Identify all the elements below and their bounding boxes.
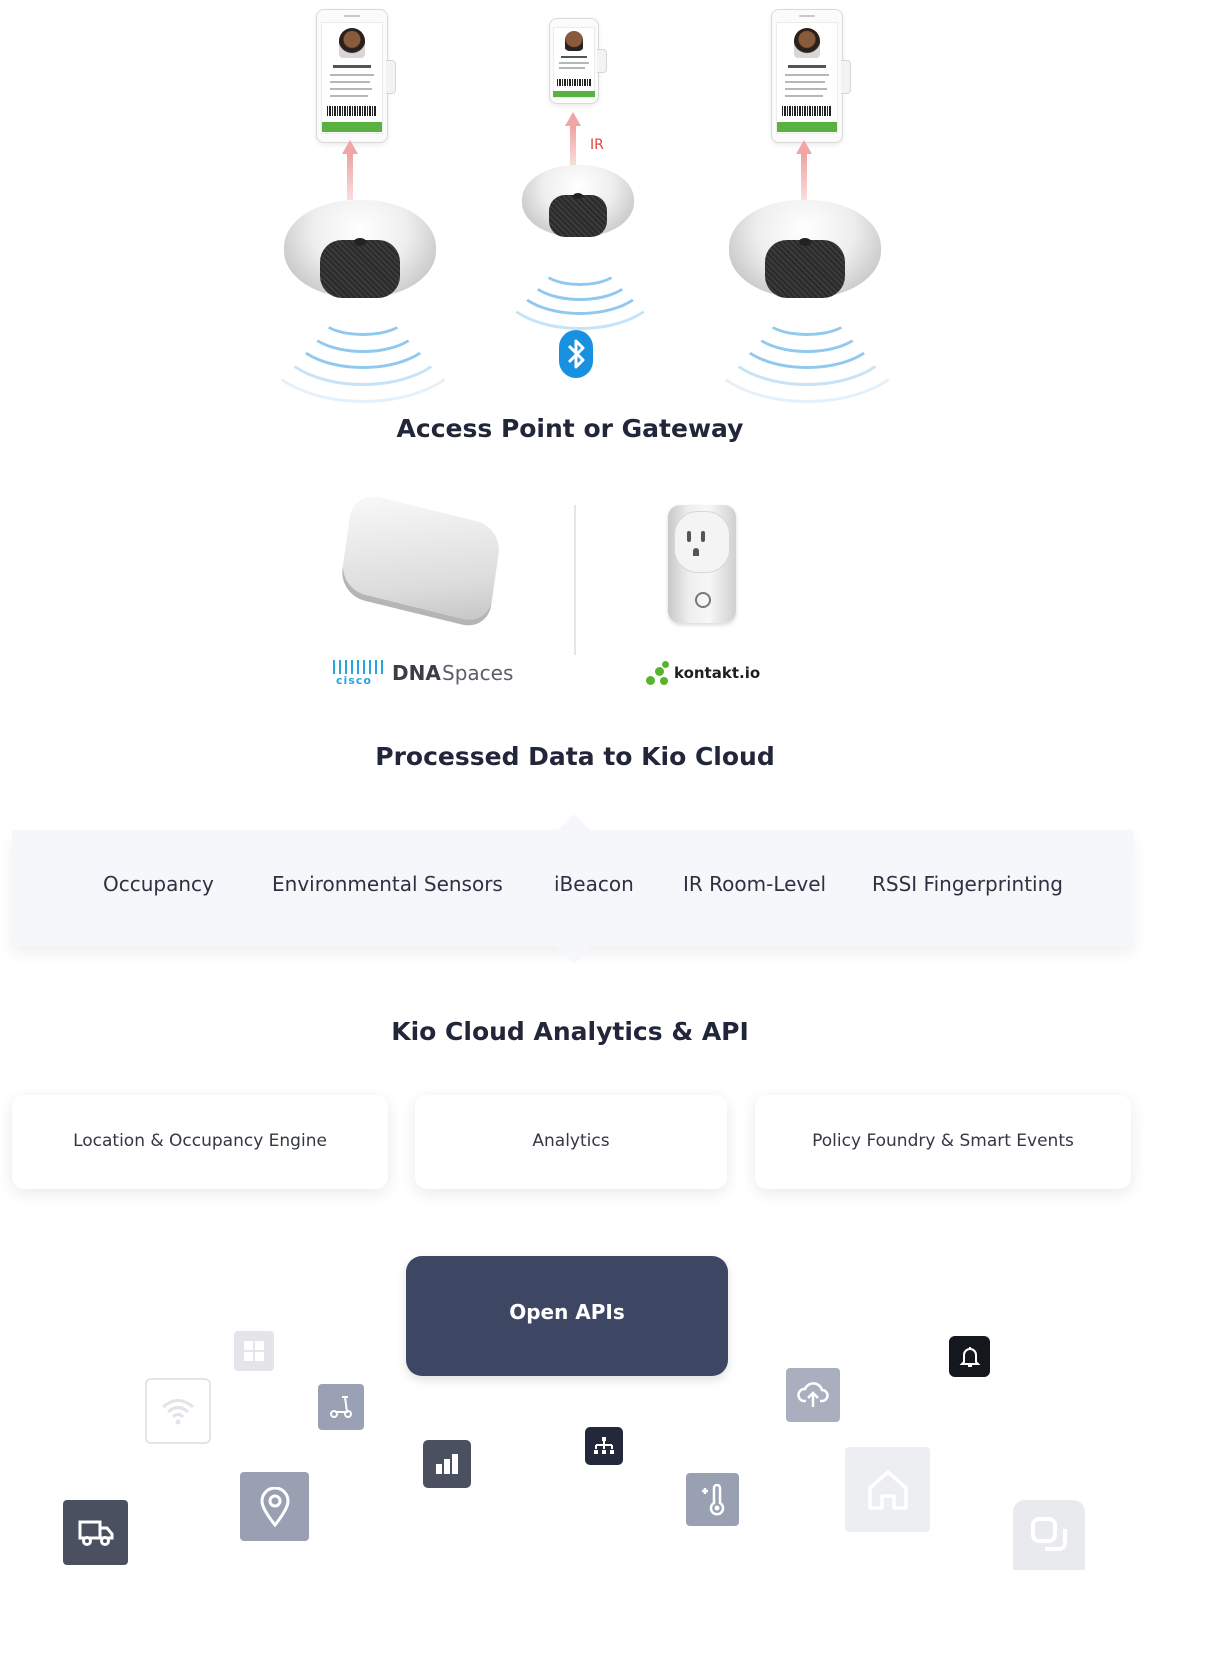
up-arrow xyxy=(565,112,581,166)
id-badge xyxy=(549,18,607,104)
bell-icon xyxy=(949,1336,990,1377)
location-pin-icon xyxy=(240,1472,309,1541)
strip-notch-down xyxy=(556,946,592,964)
cisco-access-point xyxy=(339,490,503,626)
id-badge xyxy=(316,9,396,143)
scooter-icon xyxy=(318,1384,364,1430)
grid-icon xyxy=(234,1331,274,1371)
card-analytics: Analytics xyxy=(415,1095,727,1189)
ir-label: IR xyxy=(590,137,604,153)
cisco-bars-icon xyxy=(333,660,383,674)
kontakt-gateway xyxy=(668,505,736,623)
wifi-icon xyxy=(145,1378,211,1444)
truck-icon xyxy=(63,1500,128,1565)
data-item-rssi-fingerprinting: RSSI Fingerprinting xyxy=(872,872,1063,896)
data-item-environmental-sensors: Environmental Sensors xyxy=(272,872,503,896)
id-badge xyxy=(771,9,851,143)
badge-photo xyxy=(339,28,365,58)
network-icon xyxy=(585,1427,623,1465)
cisco-dna-spaces-logo: cisco DNA Spaces xyxy=(333,660,523,690)
home-icon xyxy=(845,1447,930,1532)
divider xyxy=(574,505,576,655)
up-arrow xyxy=(796,140,812,200)
cloud-upload-icon xyxy=(786,1368,840,1422)
section-title-analytics: Kio Cloud Analytics & API xyxy=(391,1017,749,1046)
layers-icon xyxy=(1013,1500,1085,1570)
card-location-occupancy-engine: Location & Occupancy Engine xyxy=(12,1095,388,1189)
thermometer-icon xyxy=(686,1473,739,1526)
section-title-access-point: Access Point or Gateway xyxy=(396,414,744,443)
kontakt-io-logo: kontakt.io xyxy=(644,660,764,688)
data-item-occupancy: Occupancy xyxy=(103,872,214,896)
open-apis-button[interactable]: Open APIs xyxy=(406,1256,728,1376)
data-item-ibeacon: iBeacon xyxy=(554,872,634,896)
up-arrow xyxy=(342,140,358,200)
section-title-processed: Processed Data to Kio Cloud xyxy=(375,742,775,771)
data-item-ir-room-level: IR Room-Level xyxy=(683,872,827,896)
card-policy-foundry: Policy Foundry & Smart Events xyxy=(755,1095,1131,1189)
bluetooth-icon xyxy=(559,330,593,378)
access-point xyxy=(522,165,634,245)
bar-chart-icon xyxy=(423,1440,471,1488)
